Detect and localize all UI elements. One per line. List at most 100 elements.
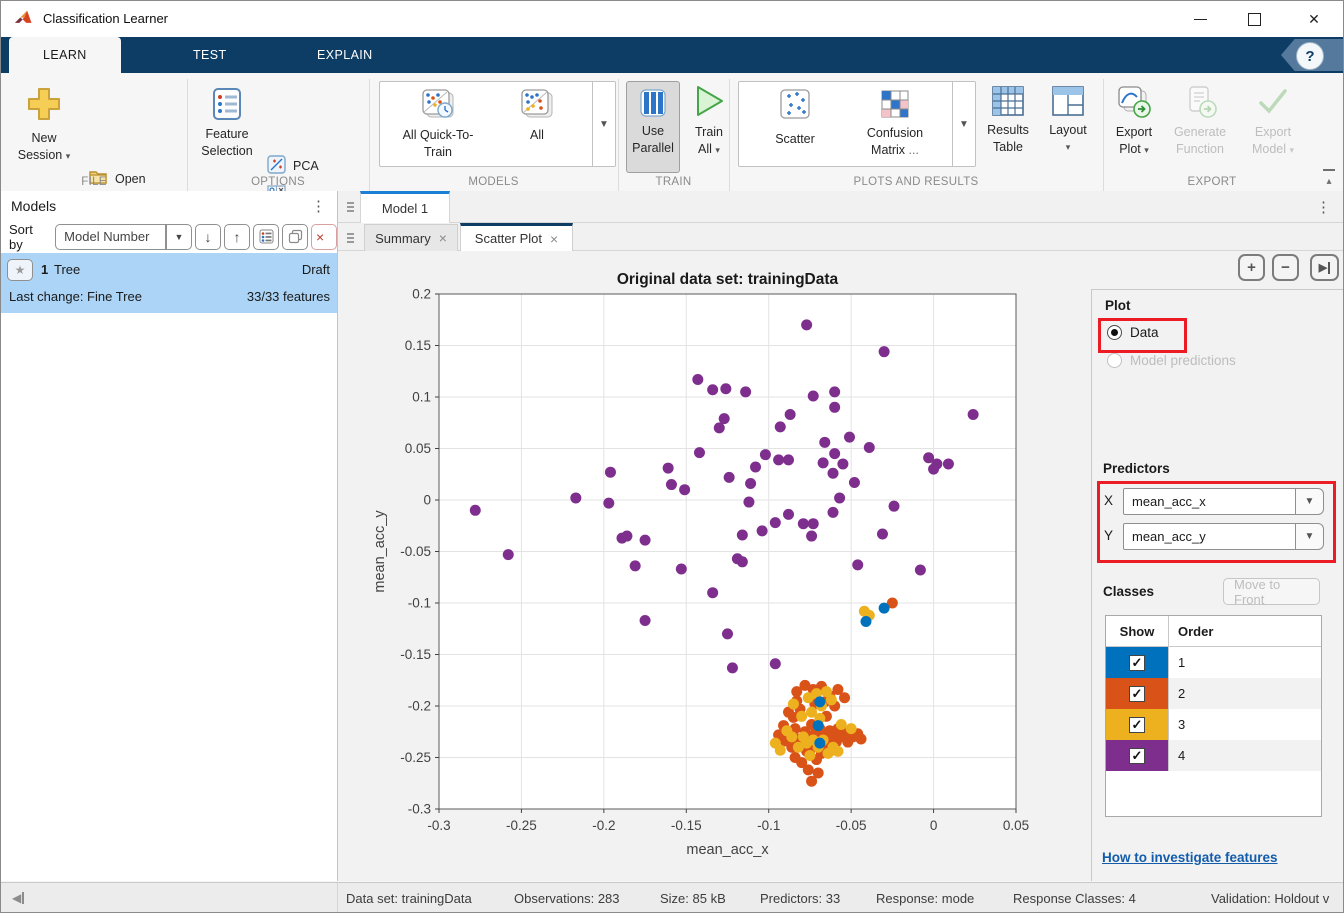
train-all-button[interactable]: Train All ▾ [684,83,734,159]
summary-tab-close-icon[interactable]: × [439,230,447,246]
scatter-point-class-4 [864,442,875,453]
scatter-point-class-4 [692,374,703,385]
sort-by-label: Sort by [9,222,48,252]
use-parallel-icon [639,88,667,123]
scatter-point-class-4 [640,535,651,546]
scatter-point-class-3 [846,723,857,734]
results-table-button[interactable]: Results Table [979,85,1037,156]
favorite-star-button[interactable]: ★ [7,259,33,281]
tab-model-1[interactable]: Model 1 [360,191,450,223]
scatter-point-class-4 [714,422,725,433]
tab-test[interactable]: TEST [159,37,261,73]
new-session-button[interactable]: New Session ▾ [13,85,75,165]
feature-selection-icon [211,87,243,126]
ribbon-toolstrip: New Session ▾ Open Save ▾ FI [1,73,1343,192]
models-panel: Models ⋮ Sort by Model Number ▼ ↓ ↑ [1,191,338,881]
restore-panel-button[interactable]: ◀ [12,891,24,905]
collapse-panel-button[interactable]: ▶ [1310,254,1339,281]
tab-bar-grip-handle[interactable] [347,200,354,214]
arrow-up-icon: ↑ [234,229,241,245]
scatter-point-class-1 [814,696,825,707]
class-2-checkbox[interactable]: ✓ [1129,686,1145,702]
scatter-point-class-3 [826,694,837,705]
scatter-point-class-2 [839,692,850,703]
scatter-point-class-4 [621,531,632,542]
plots-gallery-expand-button[interactable]: ▼ [952,82,975,166]
how-to-investigate-features-link[interactable]: How to investigate features [1102,850,1278,865]
export-model-icon [1255,85,1291,124]
star-icon: ★ [15,263,26,277]
zoom-in-button[interactable]: + [1238,254,1265,281]
scatter-point-class-4 [663,463,674,474]
scatter-tab-close-icon[interactable]: × [550,231,558,247]
y-tick-label: -0.3 [408,802,431,817]
all-quick-to-train-icon [420,88,456,127]
tab-summary[interactable]: Summary × [364,224,458,251]
models-panel-menu-button[interactable]: ⋮ [311,197,326,215]
class-1-checkbox[interactable]: ✓ [1129,655,1145,671]
scatter-point-class-3 [832,746,843,757]
generate-function-button: Generate Function [1167,85,1233,158]
all-quick-to-train-item[interactable]: All Quick-To- Train [388,88,488,161]
models-panel-title: Models [11,198,56,214]
duplicate-model-button[interactable] [282,224,308,250]
minus-icon: − [1281,259,1290,276]
y-tick-label: 0.2 [412,287,431,302]
plots-gallery: Scatter Confusion Matrix ... ▼ [738,81,976,167]
help-button[interactable]: ? [1296,42,1324,70]
scatter-point-class-3 [804,750,815,761]
tab-scatter-plot[interactable]: Scatter Plot × [460,223,573,251]
delete-model-button[interactable]: × [311,224,337,250]
model-details-button[interactable] [253,224,279,250]
use-parallel-button[interactable]: Use Parallel [626,81,680,173]
annotation-box-predictors [1097,481,1336,563]
layout-button[interactable]: Layout ▾ [1043,85,1093,156]
radio-model-predictions: Model predictions [1107,353,1236,368]
scatter-point-class-2 [796,757,807,768]
tab-explain[interactable]: EXPLAIN [283,37,407,73]
move-to-front-button: Move to Front [1223,578,1320,605]
sort-descending-button[interactable]: ↓ [195,224,221,250]
export-plot-button[interactable]: Export Plot ▾ [1106,85,1162,159]
scatter-plot-icon [779,88,811,125]
scatter-point-class-3 [796,711,807,722]
confusion-matrix-item[interactable]: Confusion Matrix ... [845,88,945,159]
sort-by-dropdown-arrow[interactable]: ▼ [166,224,192,250]
scatter-point-class-4 [819,437,830,448]
scatter-plot-item[interactable]: Scatter [749,88,841,148]
document-bar-menu-button[interactable]: ⋮ [1316,198,1331,216]
layout-icon [1051,85,1085,122]
scatter-point-class-4 [770,517,781,528]
sort-by-select[interactable]: Model Number [55,224,166,250]
status-dataset: Data set: trainingData [346,891,472,906]
scatter-point-class-4 [829,386,840,397]
maximize-button[interactable] [1231,2,1277,36]
radio-model-predictions-icon [1107,353,1122,368]
class-3-checkbox[interactable]: ✓ [1129,717,1145,733]
pca-button[interactable]: PCA [267,155,319,177]
y-tick-label: -0.2 [408,699,431,714]
tab-learn[interactable]: LEARN [9,37,121,73]
scatter-point-class-4 [889,501,900,512]
details-list-icon [259,229,274,244]
order-column-header: Order [1169,616,1321,646]
feature-selection-button[interactable]: Feature Selection [195,87,259,160]
sort-ascending-button[interactable]: ↑ [224,224,250,250]
close-button[interactable]: ✕ [1291,2,1337,36]
scatter-point-class-4 [724,472,735,483]
model-list-item[interactable]: ★ 1 Tree Draft Last change: Fine Tree 33… [1,253,337,313]
all-models-icon [519,88,555,127]
all-models-item[interactable]: All [492,88,582,144]
show-column-header: Show [1106,616,1169,646]
plus-icon: + [1247,259,1256,276]
matlab-logo-icon [14,8,35,34]
figure-bar-grip-handle[interactable] [347,231,354,245]
scatter-point-class-4 [943,458,954,469]
zoom-out-button[interactable]: − [1272,254,1299,281]
models-gallery-expand-button[interactable]: ▼ [592,82,615,166]
class-4-checkbox[interactable]: ✓ [1129,748,1145,764]
scatter-point-class-4 [775,421,786,432]
minimize-button[interactable] [1177,2,1223,36]
collapse-ribbon-button[interactable]: ▴ [1321,169,1337,189]
scatter-point-class-4 [750,462,761,473]
